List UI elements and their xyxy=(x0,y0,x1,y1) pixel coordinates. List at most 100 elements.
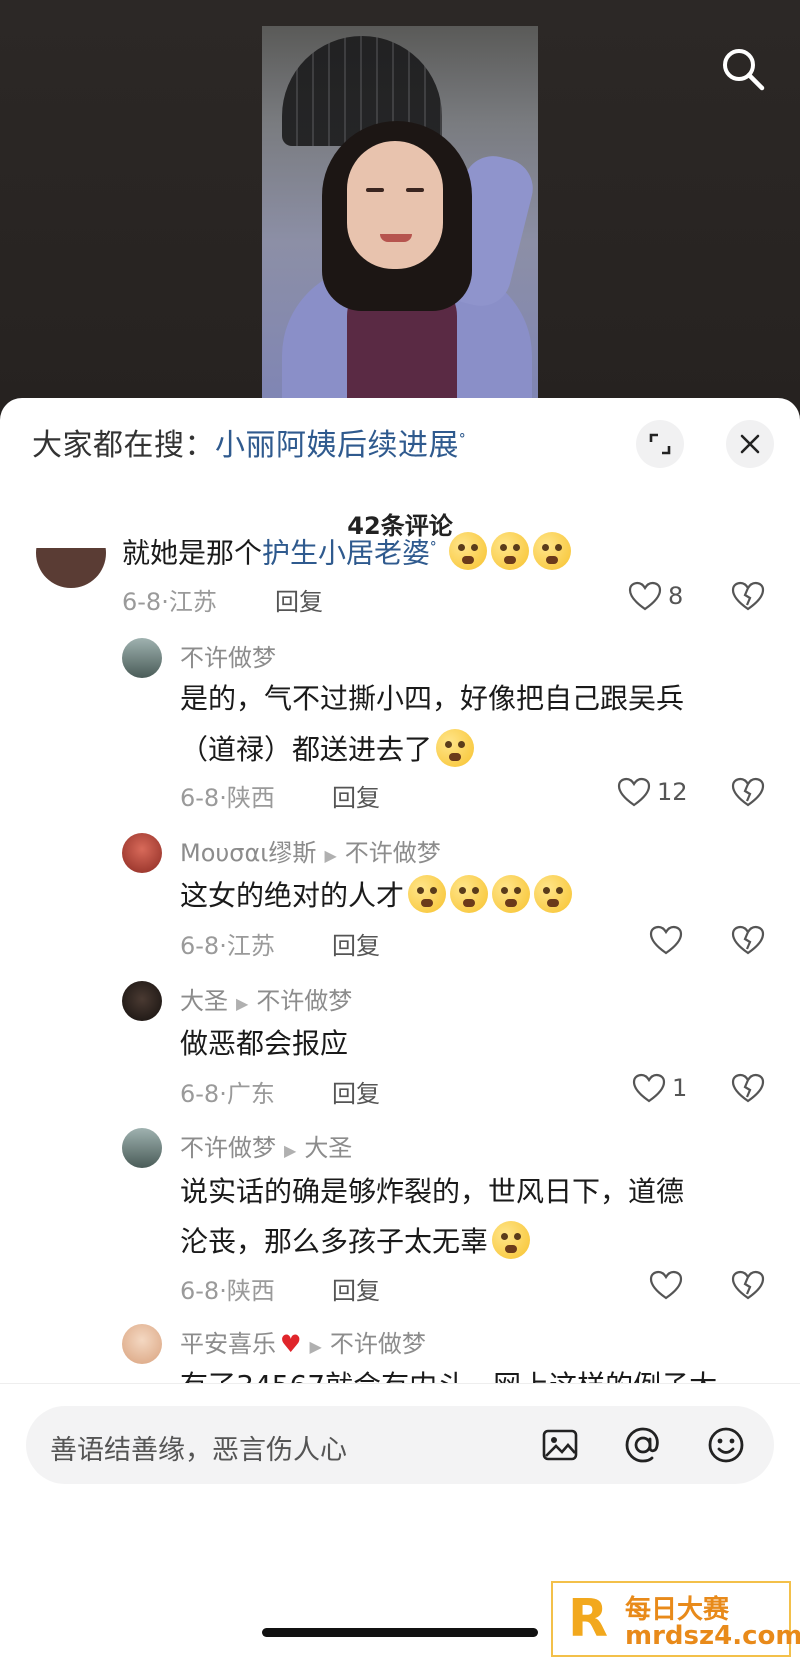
watermark-logo: R xyxy=(567,1589,609,1649)
search-button[interactable] xyxy=(718,44,768,94)
reply-to-username[interactable]: 不许做梦 xyxy=(330,1330,426,1358)
comment-meta: 6-8·陕西 xyxy=(180,784,275,812)
avatar[interactable] xyxy=(122,981,162,1021)
search-icon xyxy=(723,49,765,91)
dislike-button[interactable] xyxy=(728,1265,768,1305)
left-eye-shape xyxy=(366,188,384,192)
small-search-icon: ᐤ xyxy=(430,537,437,556)
image-icon xyxy=(542,1429,578,1461)
face-shape xyxy=(347,141,443,269)
dislike-button[interactable] xyxy=(728,772,768,812)
like-button[interactable]: 1 xyxy=(632,1068,687,1108)
comment-username[interactable]: 平安喜乐 xyxy=(180,1330,276,1358)
comment-text: 就她是那个护生小居老婆ᐤ xyxy=(122,527,572,573)
broken-heart-icon xyxy=(731,1270,765,1300)
comment-meta: 6-8·陕西 xyxy=(180,1277,275,1305)
comment-date: 6-8 xyxy=(180,784,220,812)
like-count: 12 xyxy=(657,778,688,806)
comment-search-link[interactable]: 护生小居老婆 xyxy=(262,536,430,569)
lip-shape xyxy=(380,234,412,242)
emoji-icon xyxy=(436,729,475,767)
comment-text-line1: 说实话的确是够炸裂的，世风日下，道德 xyxy=(180,1175,685,1208)
heart-icon xyxy=(632,1073,666,1103)
reply-to-username[interactable]: 不许做梦 xyxy=(256,987,352,1015)
reply-to-username[interactable]: 不许做梦 xyxy=(345,839,441,867)
comment-text-line2: 沦丧，那么多孩子太无辜 xyxy=(180,1221,531,1262)
like-count: 1 xyxy=(672,1074,688,1102)
site-watermark: R 每日大赛 mrdsz4.com xyxy=(551,1581,800,1657)
avatar[interactable] xyxy=(122,1128,162,1168)
emoji-icon xyxy=(708,1427,744,1463)
comment-location: 陕西 xyxy=(226,1277,275,1305)
comment-input[interactable]: 善语结善缘，恶言伤人心 xyxy=(26,1406,774,1484)
comment-text: 这女的绝对的人才 xyxy=(180,875,573,916)
comment-text-line2-content: （道禄）都送进去了 xyxy=(180,733,433,766)
emoji-button[interactable] xyxy=(705,1424,747,1466)
comment-username[interactable]: 不许做梦 xyxy=(180,1134,276,1162)
comment-input-placeholder: 善语结善缘，恶言伤人心 xyxy=(50,1435,347,1466)
comment-text-line2-content: 沦丧，那么多孩子太无辜 xyxy=(180,1225,489,1258)
like-button[interactable] xyxy=(649,1265,683,1305)
reply-button[interactable]: 回复 xyxy=(332,1271,380,1306)
comment-date: 6-8 xyxy=(180,1080,220,1108)
avatar[interactable] xyxy=(122,1324,162,1364)
emoji-icon xyxy=(492,875,531,913)
broken-heart-icon xyxy=(731,777,765,807)
comment-username[interactable]: 大圣 xyxy=(180,987,228,1015)
mention-button[interactable] xyxy=(622,1424,664,1466)
reply-button[interactable]: 回复 xyxy=(332,926,380,961)
image-button[interactable] xyxy=(539,1424,581,1466)
heart-icon xyxy=(628,581,662,611)
dislike-button[interactable] xyxy=(728,576,768,616)
avatar[interactable] xyxy=(122,833,162,873)
comment-username[interactable]: Μουσαι缪斯 xyxy=(180,839,316,867)
like-button[interactable]: 12 xyxy=(617,772,688,812)
comment-location: 江苏 xyxy=(226,932,275,960)
comment-location: 陕西 xyxy=(226,784,275,812)
emoji-icon xyxy=(534,875,573,913)
comment-username-line: 不许做梦 ▶ 大圣 xyxy=(180,1128,352,1163)
heart-icon xyxy=(617,777,651,807)
comment-username[interactable]: 不许做梦 xyxy=(180,638,276,673)
like-count: 8 xyxy=(668,582,684,610)
broken-heart-icon xyxy=(731,1073,765,1103)
dislike-button[interactable] xyxy=(728,920,768,960)
broken-heart-icon xyxy=(731,925,765,955)
home-indicator xyxy=(262,1628,538,1637)
comment-text-line2: （道禄）都送进去了 xyxy=(180,729,475,770)
heart-icon xyxy=(649,925,683,955)
avatar[interactable] xyxy=(122,638,162,678)
watermark-url: mrdsz4.com xyxy=(625,1621,800,1651)
comment-text: 做恶都会报应 xyxy=(180,1027,349,1060)
comment-text-start: 就她是那个 xyxy=(122,536,263,570)
comment-date: 6-8 xyxy=(180,1277,220,1305)
comment-date: 6-8 xyxy=(180,932,220,960)
video-thumbnail[interactable] xyxy=(262,26,538,420)
emoji-icon xyxy=(450,875,489,913)
comment-username-line: Μουσαι缪斯 ▶ 不许做梦 xyxy=(180,833,441,868)
emoji-icon xyxy=(449,532,488,571)
comment-username-line: 平安喜乐 ♥ ▶ 不许做梦 xyxy=(180,1324,426,1359)
avatar[interactable] xyxy=(36,548,106,588)
comment-meta: 6-8·江苏 xyxy=(122,588,217,616)
emoji-icon xyxy=(492,1221,531,1259)
broken-heart-icon xyxy=(731,581,765,611)
dislike-button[interactable] xyxy=(728,1068,768,1108)
comment-date: 6-8 xyxy=(122,588,162,616)
like-button[interactable]: 8 xyxy=(628,576,683,616)
at-icon xyxy=(625,1427,659,1463)
reply-button[interactable]: 回复 xyxy=(332,1074,380,1109)
emoji-icon xyxy=(408,875,447,913)
comment-meta: 6-8·广东 xyxy=(180,1080,275,1108)
comment-location: 江苏 xyxy=(168,588,217,616)
video-background[interactable] xyxy=(0,0,800,420)
comment-username-line: 大圣 ▶ 不许做梦 xyxy=(180,981,352,1016)
comment-text-content: 这女的绝对的人才 xyxy=(180,879,405,912)
reply-to-username[interactable]: 大圣 xyxy=(304,1134,352,1162)
reply-button[interactable]: 回复 xyxy=(275,582,323,617)
reply-arrow-icon: ▶ xyxy=(309,1337,322,1356)
reply-arrow-icon: ▶ xyxy=(324,846,337,865)
reply-button[interactable]: 回复 xyxy=(332,778,380,813)
comment-location: 广东 xyxy=(226,1080,275,1108)
like-button[interactable] xyxy=(649,920,683,960)
